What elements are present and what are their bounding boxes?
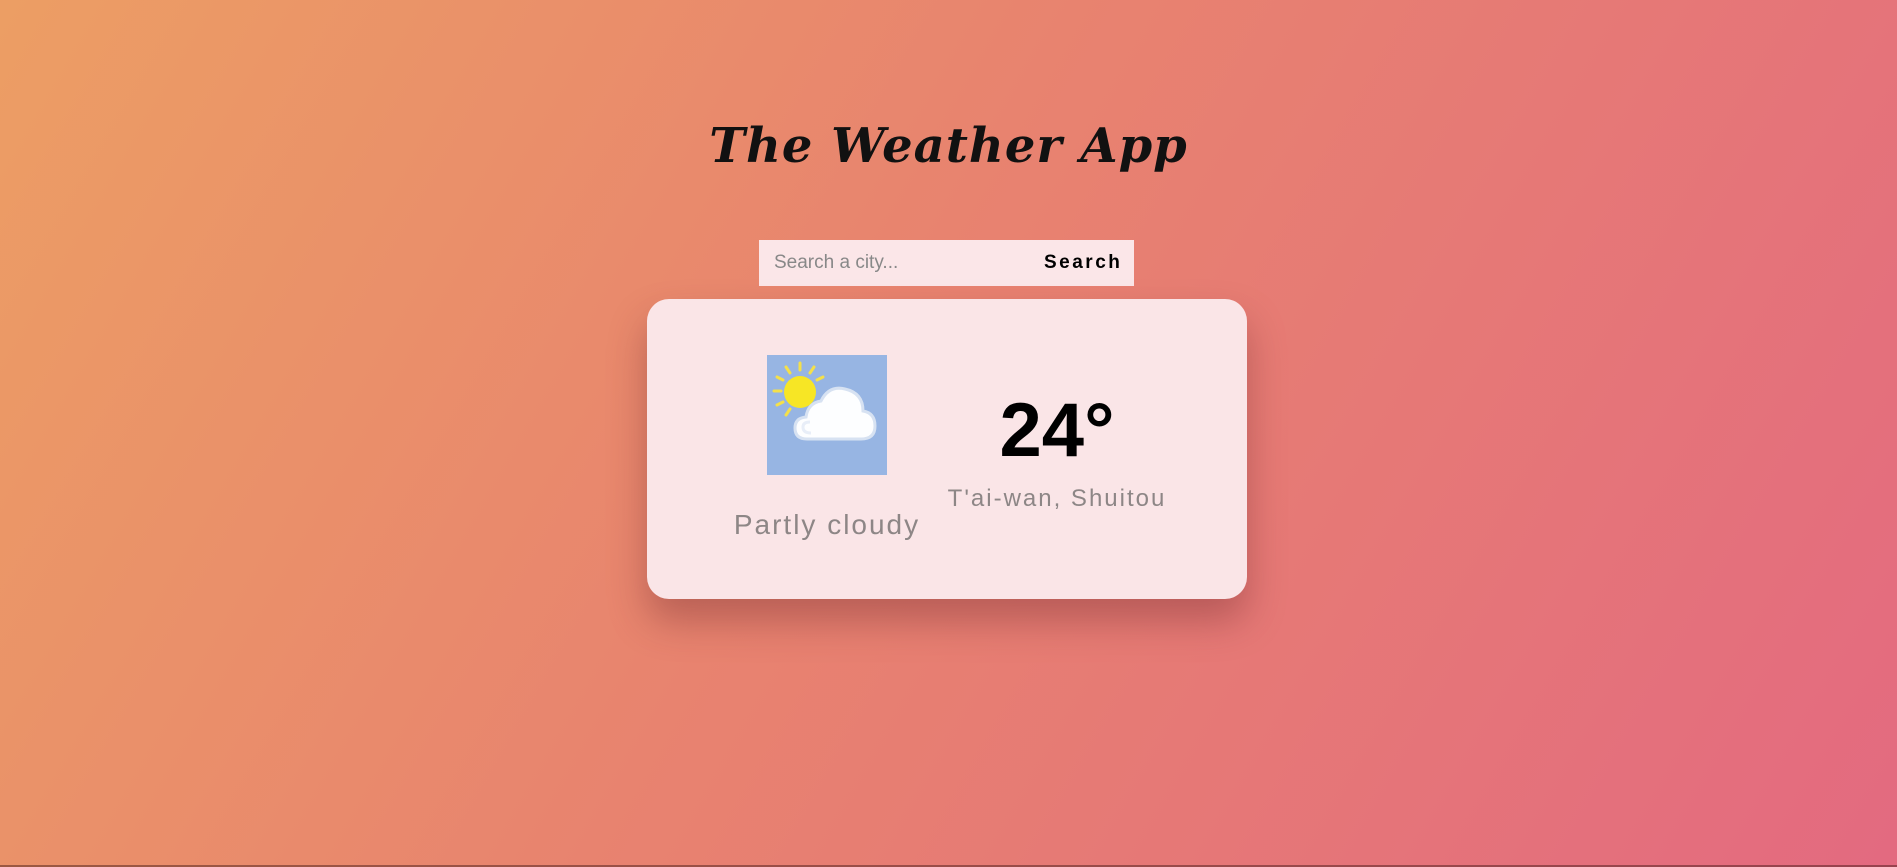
weather-card: Partly cloudy 24° T'ai-wan, Shuitou — [647, 299, 1247, 599]
app-title: The Weather App — [709, 118, 1188, 175]
location-name: T'ai-wan, Shuitou — [947, 485, 1167, 512]
search-input[interactable] — [759, 240, 1034, 286]
temperature: 24° — [999, 388, 1115, 473]
search-button[interactable]: Search — [1034, 240, 1138, 286]
partly-cloudy-icon — [767, 355, 887, 475]
search-bar: Search — [759, 240, 1134, 286]
weather-condition: Partly cloudy — [733, 509, 921, 540]
